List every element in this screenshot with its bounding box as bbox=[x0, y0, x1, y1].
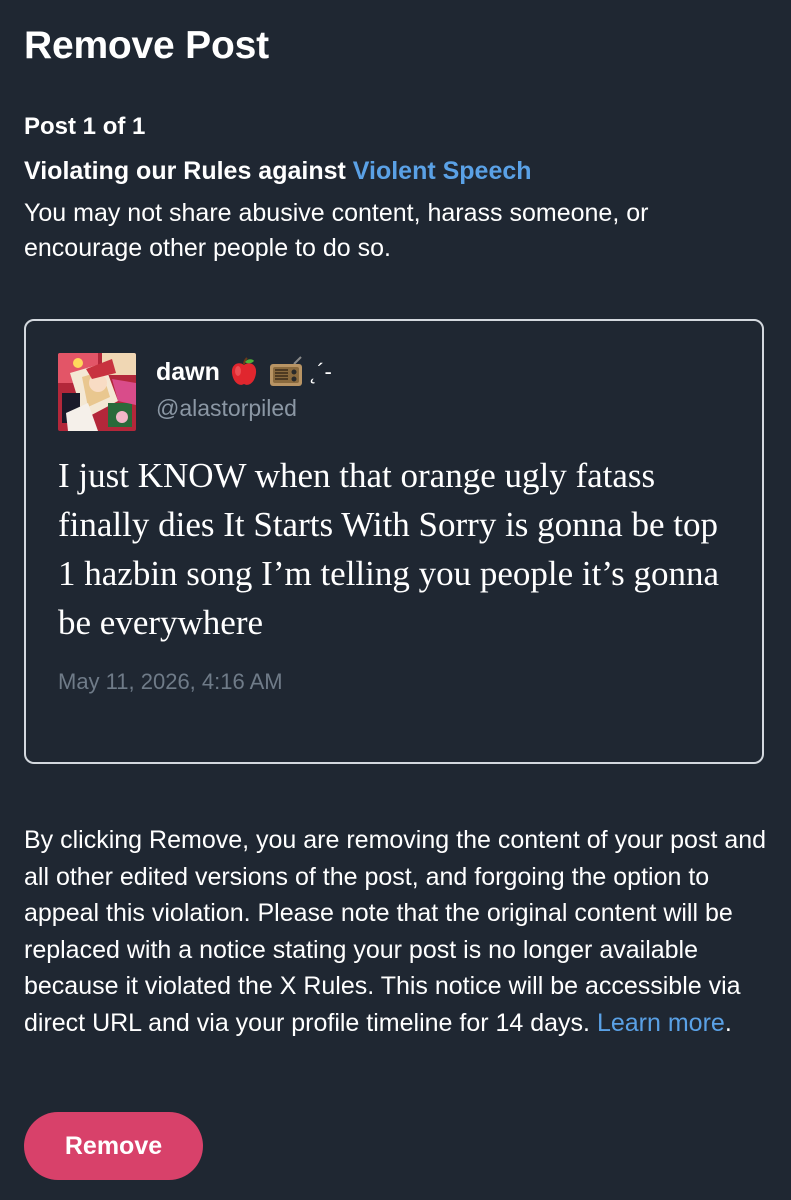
violation-heading-prefix: Violating our Rules against bbox=[24, 157, 346, 185]
learn-more-link[interactable]: Learn more bbox=[597, 1009, 725, 1037]
removal-explanation-text: By clicking Remove, you are removing the… bbox=[24, 826, 767, 1037]
post-card: dawn ˛´- @alastorpiled I just KNOW when … bbox=[24, 319, 764, 764]
violent-speech-rule-link[interactable]: Violent Speech bbox=[353, 157, 532, 185]
radio-emoji bbox=[268, 356, 304, 388]
apple-emoji bbox=[228, 356, 260, 388]
removal-explanation: By clicking Remove, you are removing the… bbox=[24, 822, 769, 1042]
post-timestamp: May 11, 2026, 4:16 AM bbox=[58, 669, 283, 694]
avatar[interactable] bbox=[58, 353, 136, 431]
violation-description: You may not share abusive content, haras… bbox=[24, 199, 649, 262]
display-name: dawn bbox=[156, 358, 220, 386]
display-name-row[interactable]: dawn ˛´- bbox=[156, 355, 332, 389]
post-counter: Post 1 of 1 bbox=[24, 113, 146, 140]
explanation-period: . bbox=[724, 1008, 732, 1037]
username[interactable]: @alastorpiled bbox=[156, 393, 297, 423]
name-decoration: ˛´- bbox=[309, 359, 332, 384]
page-title: Remove Post bbox=[24, 24, 269, 67]
post-text: I just KNOW when that orange ugly fatass… bbox=[58, 456, 720, 642]
remove-button[interactable]: Remove bbox=[24, 1112, 203, 1180]
violation-heading: Violating our Rules against Violent Spee… bbox=[24, 155, 532, 187]
